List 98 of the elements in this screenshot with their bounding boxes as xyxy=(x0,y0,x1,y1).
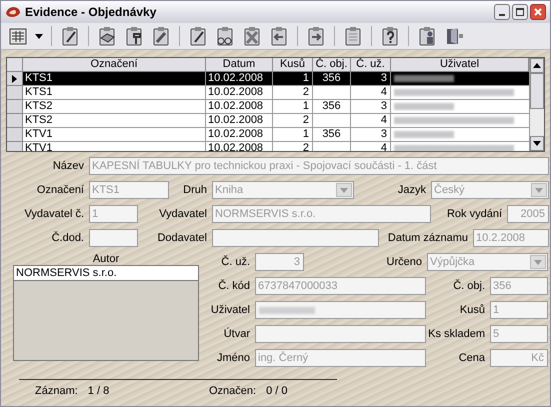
column-header[interactable]: Označení xyxy=(23,58,206,72)
table-cell: 2 xyxy=(273,86,313,100)
table-cell: KTS1 xyxy=(23,72,206,86)
maximize-icon xyxy=(516,8,524,16)
field-label: Kusů xyxy=(458,302,486,318)
dropdown-value: Výpůjčka xyxy=(430,254,475,270)
field-label: Označení xyxy=(36,182,85,198)
table-cell: 10.02.2008 xyxy=(206,72,273,86)
field-label: Útvar xyxy=(222,326,251,342)
author-list[interactable]: NORMSERVIS s.r.o. xyxy=(13,265,199,361)
field-label: Dodavatel xyxy=(156,230,208,246)
field-label: Určeno xyxy=(386,254,423,270)
table-cell: 4 xyxy=(351,142,391,151)
close-icon xyxy=(534,8,542,16)
input-field[interactable]: 1 xyxy=(490,301,548,319)
table-cell: 356 xyxy=(313,128,351,142)
table-cell: 10.02.2008 xyxy=(206,114,273,128)
status-label: Označen: xyxy=(209,384,256,399)
table-cell: 1 xyxy=(273,128,313,142)
field-label: Datum záznamu xyxy=(386,230,469,246)
blurred-text xyxy=(259,306,315,314)
scroll-thumb[interactable] xyxy=(530,73,544,109)
field-label: Č.dod. xyxy=(50,230,85,246)
list-label: Autor xyxy=(92,252,120,265)
row-header-corner xyxy=(7,58,23,72)
dropdown[interactable]: Kniha xyxy=(212,181,354,199)
table-cell: KTV1 xyxy=(23,128,206,142)
field-label: Č. obj. xyxy=(452,278,486,294)
table-cell: 4 xyxy=(351,114,391,128)
table-cell: 10.02.2008 xyxy=(206,86,273,100)
field-label: Ks skladem xyxy=(427,326,486,342)
table-cell: 4 xyxy=(351,86,391,100)
list-item[interactable]: NORMSERVIS s.r.o. xyxy=(14,266,198,281)
status-label: Záznam: xyxy=(35,384,78,399)
input-field[interactable]: 6737847000033 xyxy=(255,277,426,295)
input-field[interactable]: Kč xyxy=(490,349,548,367)
table-cell: 3 xyxy=(351,72,391,86)
field-label: Č. kód xyxy=(217,278,251,294)
table-cell: KTS2 xyxy=(23,114,206,128)
table-cell: 3 xyxy=(351,128,391,142)
table-cell: 10.02.2008 xyxy=(206,128,273,142)
field-label: Druh xyxy=(182,182,208,198)
input-field[interactable] xyxy=(212,229,379,247)
status-value: 1 / 8 xyxy=(88,384,110,399)
input-field[interactable]: 2005 xyxy=(507,205,549,223)
dropdown-value: Kniha xyxy=(215,182,244,198)
column-header[interactable]: Datum xyxy=(206,58,273,72)
column-header[interactable]: Kusů xyxy=(273,58,313,72)
input-field[interactable]: 10.2.2008 xyxy=(473,229,549,247)
input-field[interactable]: 1 xyxy=(89,205,138,223)
input-field[interactable]: NORMSERVIS s.r.o. xyxy=(212,205,431,223)
input-field[interactable]: KAPESNÍ TABULKY pro technickou praxi - Spojovací součásti - 1. část xyxy=(89,157,549,175)
table-cell: 1 xyxy=(273,72,313,86)
pointer-icon xyxy=(12,74,17,82)
dropdown[interactable]: Český xyxy=(431,181,549,199)
input-field[interactable] xyxy=(89,229,138,247)
table-cell: KTS1 xyxy=(23,86,206,100)
column-header[interactable]: Uživatel xyxy=(391,58,529,72)
input-field[interactable]: 356 xyxy=(490,277,548,295)
field-label: Jméno xyxy=(216,350,251,366)
input-field[interactable] xyxy=(255,325,426,343)
table-cell: 2 xyxy=(273,142,313,151)
app-icon xyxy=(5,5,21,19)
close-button[interactable] xyxy=(530,4,546,20)
field-label: Vydavatel č. xyxy=(23,206,85,222)
minimize-button[interactable] xyxy=(494,4,510,20)
table-cell: KTS2 xyxy=(23,100,206,114)
status-value: 0 / 0 xyxy=(266,384,288,399)
input-field[interactable]: 5 xyxy=(490,325,548,343)
field-label: Název xyxy=(52,158,85,174)
dropdown[interactable]: Výpůjčka xyxy=(427,253,548,271)
field-label: Rok vydání xyxy=(446,206,503,222)
field-label: Uživatel xyxy=(210,302,251,318)
scroll-bar[interactable] xyxy=(529,58,544,151)
field-label: Č. už. xyxy=(220,254,251,270)
scroll-up-button[interactable] xyxy=(530,58,544,73)
input-field[interactable]: 3 xyxy=(255,253,304,271)
input-field[interactable]: KTS1 xyxy=(89,181,169,199)
table-cell: 10.02.2008 xyxy=(206,100,273,114)
table-cell: 1 xyxy=(273,100,313,114)
dropdown-value: Český xyxy=(434,182,465,198)
input-field[interactable] xyxy=(255,301,426,319)
maximize-button[interactable] xyxy=(512,4,528,20)
table-cell: 3 xyxy=(351,100,391,114)
scroll-down-button[interactable] xyxy=(530,136,544,151)
table-cell: KTV1 xyxy=(23,142,206,151)
up-arrow-icon xyxy=(533,63,541,68)
field-label: Jazyk xyxy=(396,182,427,198)
table-cell: 356 xyxy=(313,100,351,114)
input-field[interactable]: ing. Černý xyxy=(255,349,426,367)
down-arrow-icon xyxy=(533,141,541,146)
table-cell: 2 xyxy=(273,114,313,128)
field-label: Cena xyxy=(458,350,486,366)
row-indicator[interactable] xyxy=(7,72,23,86)
table-cell: 10.02.2008 xyxy=(206,142,273,151)
table-cell: 356 xyxy=(313,72,351,86)
window-title: Evidence - Objednávky xyxy=(25,4,158,21)
field-label: Vydavatel xyxy=(158,206,208,222)
